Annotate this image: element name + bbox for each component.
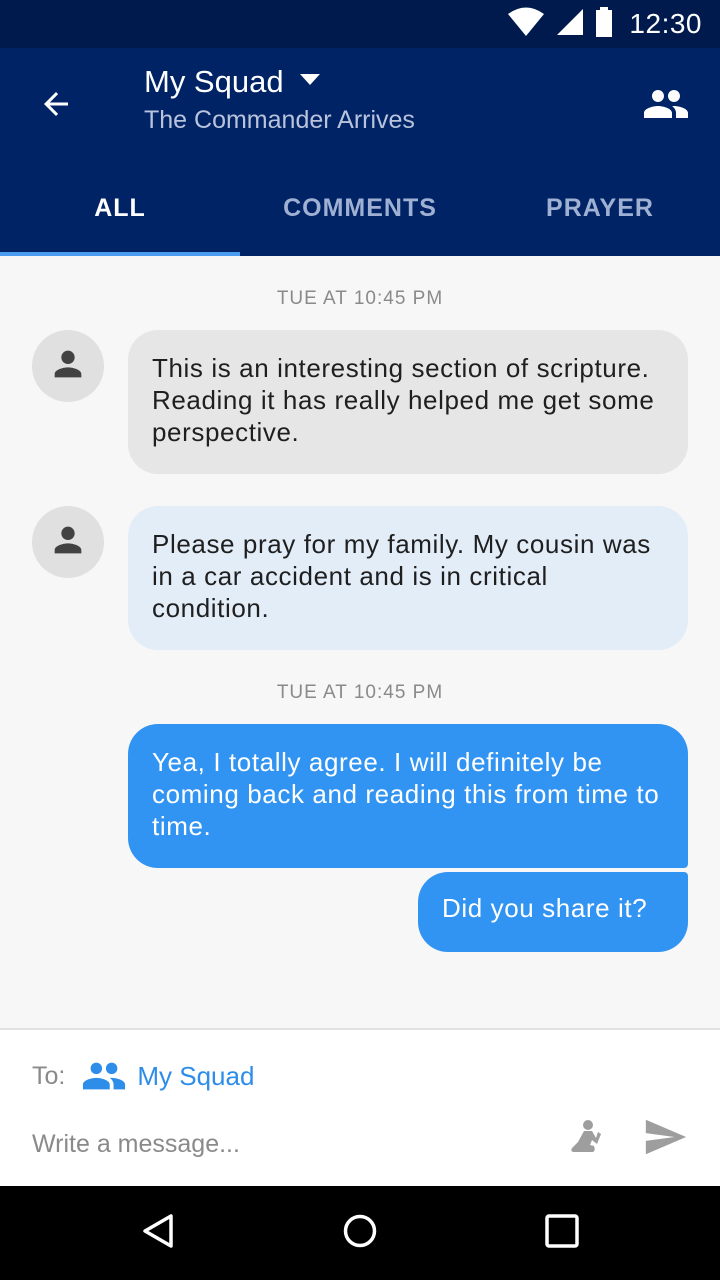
back-button[interactable] (28, 78, 84, 134)
send-button[interactable] (640, 1114, 690, 1164)
signal-icon (555, 7, 585, 42)
person-icon (48, 344, 88, 389)
praying-icon (566, 1118, 602, 1159)
status-icons: 12:30 (507, 0, 702, 48)
back-arrow-icon (38, 86, 74, 127)
nav-recents-button[interactable] (537, 1208, 587, 1258)
message-bubble-outgoing[interactable]: Did you share it? (418, 872, 688, 952)
app-bar: My Squad The Commander Arrives ALL COMME… (0, 48, 720, 256)
group-icon (81, 1053, 127, 1099)
message-bubble-outgoing[interactable]: Yea, I totally agree. I will definitely … (128, 724, 688, 868)
prayer-button[interactable] (562, 1116, 606, 1160)
battery-icon (595, 6, 613, 42)
nav-home-icon (342, 1213, 378, 1254)
message-list[interactable]: TUE AT 10:45 PM This is an interesting s… (0, 256, 720, 1028)
recipient-row[interactable]: To: My Squad (32, 1058, 254, 1094)
header-title-group[interactable]: My Squad The Commander Arrives (144, 62, 415, 135)
group-members-button[interactable] (640, 80, 692, 132)
avatar[interactable] (32, 330, 104, 402)
page-subtitle: The Commander Arrives (144, 106, 415, 134)
tab-prayer[interactable]: PRAYER (480, 160, 720, 256)
timestamp-divider: TUE AT 10:45 PM (276, 288, 444, 309)
nav-back-icon (141, 1213, 177, 1254)
person-icon (48, 520, 88, 565)
page-title: My Squad (144, 64, 284, 99)
recipient-value: My Squad (137, 1060, 255, 1091)
send-icon (642, 1114, 688, 1165)
avatar[interactable] (32, 506, 104, 578)
group-icon (642, 80, 690, 133)
message-bubble-incoming[interactable]: This is an interesting section of script… (128, 330, 688, 474)
tab-all[interactable]: ALL (0, 160, 240, 256)
dropdown-caret-icon (299, 73, 320, 91)
status-time: 12:30 (629, 8, 702, 39)
message-input[interactable] (32, 1126, 532, 1162)
timestamp-divider: TUE AT 10:45 PM (276, 682, 444, 703)
tab-bar: ALL COMMENTS PRAYER (0, 160, 720, 256)
wifi-icon (507, 7, 545, 42)
tab-comments[interactable]: COMMENTS (240, 160, 480, 256)
message-composer: To: My Squad (0, 1028, 720, 1186)
nav-home-button[interactable] (335, 1208, 385, 1258)
system-nav-bar (0, 1186, 720, 1280)
nav-recents-icon (545, 1213, 579, 1253)
nav-back-button[interactable] (134, 1208, 184, 1258)
message-bubble-prayer-request[interactable]: Please pray for my family. My cousin was… (128, 506, 688, 650)
status-bar: 12:30 (0, 0, 720, 48)
recipient-label: To: (32, 1061, 66, 1090)
